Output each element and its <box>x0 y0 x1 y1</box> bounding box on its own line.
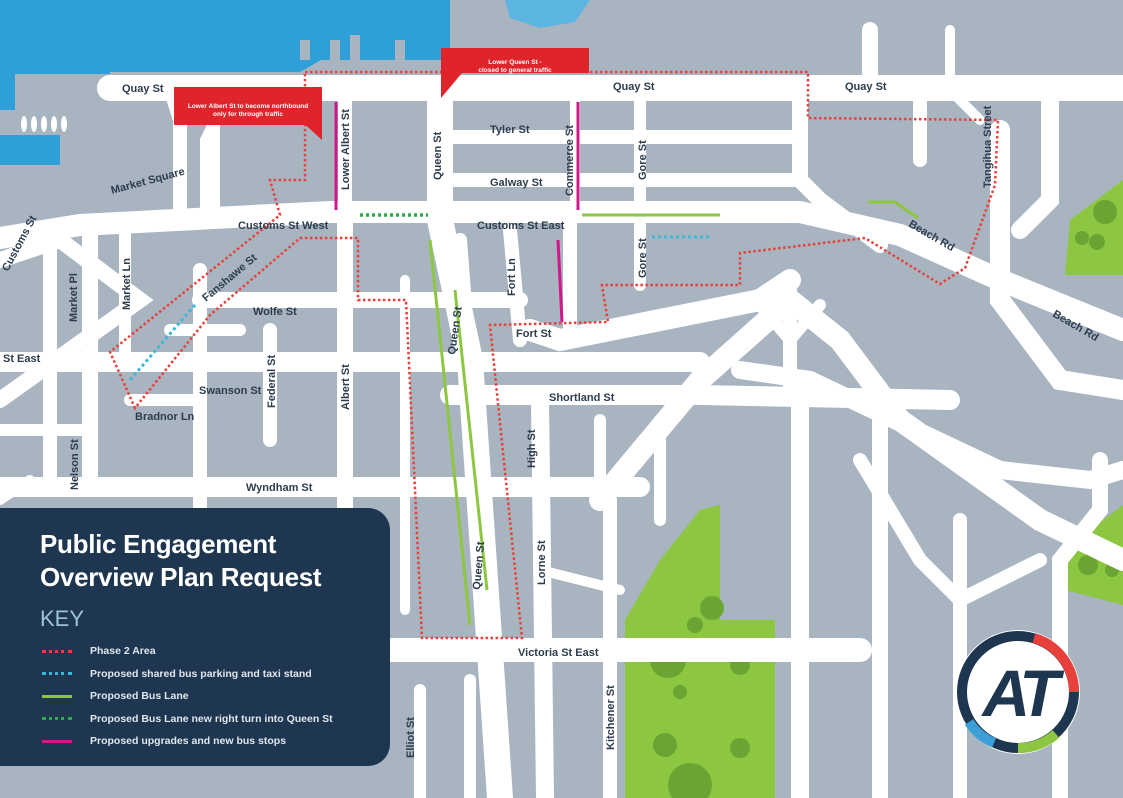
key-label: Proposed Bus Lane <box>90 690 189 703</box>
label-fort-ln: Fort Ln <box>506 258 518 296</box>
label-high-st: High St <box>526 429 538 468</box>
key-label: Proposed upgrades and new bus stops <box>90 735 287 748</box>
label-lorne-st: Lorne St <box>536 540 548 585</box>
legend-panel: Public Engagement Overview Plan Request … <box>0 508 390 766</box>
label-quay-st-west: Quay St <box>122 83 164 95</box>
label-elliot-st: Elliot St <box>405 717 417 758</box>
key-label: Proposed Bus Lane new right turn into Qu… <box>90 712 333 725</box>
upgrades-swatch <box>42 739 72 743</box>
label-shortland-st: Shortland St <box>549 392 615 404</box>
label-st-east: St East <box>3 353 41 365</box>
label-quay-st-east: Quay St <box>845 81 887 93</box>
label-wyndham-st: Wyndham St <box>246 482 313 494</box>
label-quay-st: Quay St <box>613 81 655 93</box>
key-label: Phase 2 Area <box>90 645 156 658</box>
key-label: Proposed shared bus parking and taxi sta… <box>90 667 312 680</box>
label-wolfe-st: Wolfe St <box>253 306 297 318</box>
label-victoria-st-east: Victoria St East <box>518 647 599 659</box>
at-logo: AT <box>956 630 1080 754</box>
key-item-shared-bus-parking: Proposed shared bus parking and taxi sta… <box>42 663 333 686</box>
key-heading: KEY <box>40 606 85 631</box>
label-tangihua-street: Tangihua Street <box>982 105 994 188</box>
plan-title-line-1: Public Engagement <box>40 529 277 559</box>
label-market-ln: Market Ln <box>121 258 133 310</box>
label-queen-st-north: Queen St <box>432 131 444 180</box>
key-item-upgrades-bus-stops: Proposed upgrades and new bus stops <box>42 730 333 753</box>
label-commerce-st: Commerce St <box>564 125 576 196</box>
label-customs-st-west: Customs St West <box>238 220 329 232</box>
label-fort-st: Fort St <box>516 328 552 340</box>
label-gore-st-north: Gore St <box>637 140 649 180</box>
label-galway-st: Galway St <box>490 177 543 189</box>
shared-bus-parking-swatch <box>42 672 72 676</box>
label-bradnor-ln: Bradnor Ln <box>135 411 195 423</box>
label-lower-albert-st: Lower Albert St <box>340 109 352 190</box>
plan-title-line-2: Overview Plan Request <box>40 562 322 592</box>
label-kitchener-st: Kitchener St <box>605 685 617 750</box>
label-customs-st-east: Customs St East <box>477 220 565 232</box>
label-tyler-st: Tyler St <box>490 124 530 136</box>
key-item-phase-2-area: Phase 2 Area <box>42 640 333 663</box>
key-item-bus-lane-right-turn: Proposed Bus Lane new right turn into Qu… <box>42 708 333 731</box>
label-federal-st: Federal St <box>266 354 278 408</box>
label-albert-st: Albert St <box>340 364 352 410</box>
key-item-bus-lane: Proposed Bus Lane <box>42 685 333 708</box>
bus-lane-swatch <box>42 694 72 698</box>
label-market-pl: Market Pl <box>68 273 80 322</box>
phase-2-swatch <box>42 649 72 653</box>
bus-lane-right-turn-swatch <box>42 717 72 721</box>
key-list: Phase 2 Area Proposed shared bus parking… <box>42 640 333 753</box>
plan-title: Public Engagement Overview Plan Request <box>40 528 322 594</box>
label-nelson-st: Nelson St <box>69 439 81 490</box>
logo-text: AT <box>980 656 1064 730</box>
label-gore-st-south: Gore St <box>637 238 649 278</box>
label-swanson-st: Swanson St <box>199 385 262 397</box>
callout-lower-queen-text: Lower Queen St -closed to general traffi… <box>478 59 552 74</box>
